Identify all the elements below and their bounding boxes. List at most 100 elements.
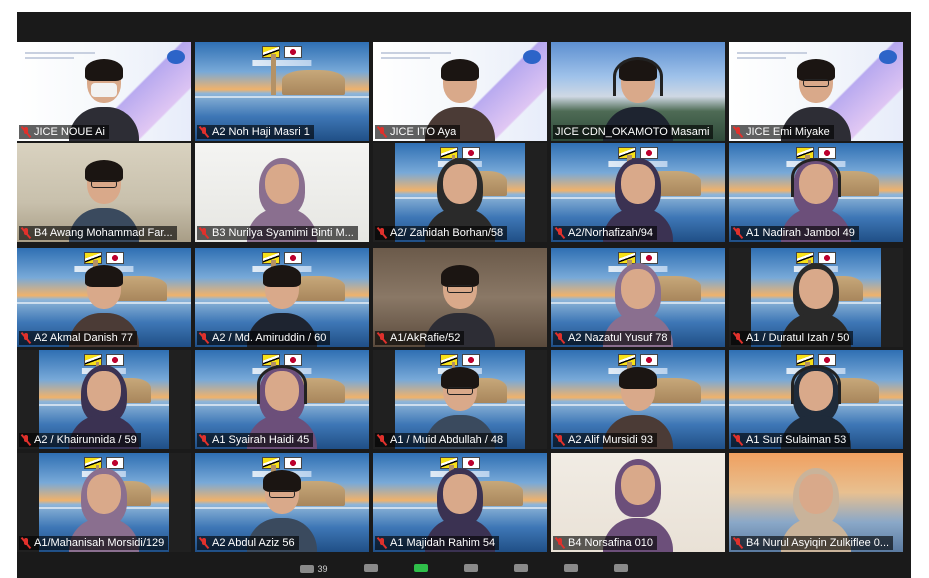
- participant-name: B4 Norsafina 010: [568, 537, 653, 549]
- mic-muted-icon: [21, 126, 31, 138]
- participant-tile[interactable]: A2 Akmal Danish 77: [17, 248, 191, 347]
- mic-muted-icon: [555, 332, 565, 344]
- participant-name-label: A2 Akmal Danish 77: [19, 331, 138, 345]
- face-mask: [91, 83, 117, 97]
- participant-tile[interactable]: A2 Nazatul Yusuf 78: [551, 248, 725, 347]
- participant-tile[interactable]: B4 Norsafina 010: [551, 453, 725, 552]
- participant-name: B3 Nurilya Syamimi Binti M...: [212, 227, 354, 239]
- participant-name: A2 Akmal Danish 77: [34, 332, 134, 344]
- participant-tile[interactable]: A1/AkRafie/52: [373, 248, 547, 347]
- participant-name-label: A1 Syairah Haidi 45: [197, 433, 314, 447]
- hair: [263, 470, 301, 492]
- participant-tile[interactable]: A2 / Khairunnida / 59: [17, 350, 191, 449]
- participant-tile[interactable]: A2 Noh Haji Masri 1: [195, 42, 369, 141]
- water-line: [195, 96, 369, 99]
- participant-tile[interactable]: JICE ITO Aya: [373, 42, 547, 141]
- glasses-icon: [91, 180, 117, 188]
- hair: [619, 367, 657, 389]
- participant-name-label: A1 / Muid Abdullah / 48: [375, 433, 508, 447]
- participant-tile[interactable]: JICE CDN_OKAMOTO Masami: [551, 42, 725, 141]
- participant-name-label: A1 Suri Sulaiman 53: [731, 433, 851, 447]
- participant-tile[interactable]: B4 Nurul Asyiqin Zulkiflee 0...: [729, 453, 903, 552]
- face: [621, 465, 655, 505]
- participant-tile[interactable]: A1 / Muid Abdullah / 48: [373, 350, 547, 449]
- mic-muted-icon: [733, 227, 743, 239]
- participant-tile[interactable]: A2 Alif Mursidi 93: [551, 350, 725, 449]
- participant-tile[interactable]: JICE NOUE Ai: [17, 42, 191, 141]
- participant-name-label: A2 / Md. Amiruddin / 60: [197, 331, 331, 345]
- participant-name: JICE CDN_OKAMOTO Masami: [555, 126, 710, 138]
- mic-muted-icon: [199, 126, 209, 138]
- participant-name-label: B4 Nurul Asyiqin Zulkiflee 0...: [731, 536, 894, 550]
- reactions-icon: [513, 564, 528, 572]
- participant-name: A2 Nazatul Yusuf 78: [568, 332, 668, 344]
- participant-name-label: B4 Awang Mohammad Far...: [19, 226, 177, 240]
- mic-muted-icon: [555, 537, 565, 549]
- organization-logo: [167, 50, 185, 64]
- share-screen-button[interactable]: [413, 564, 428, 572]
- participant-name-label: JICE CDN_OKAMOTO Masami: [553, 125, 714, 139]
- record-button[interactable]: [463, 564, 478, 572]
- hair: [441, 59, 479, 81]
- chat-button[interactable]: [363, 564, 378, 572]
- glasses-icon: [447, 285, 473, 293]
- mic-muted-icon: [733, 332, 743, 344]
- apps-icon: [563, 564, 578, 572]
- participant-tile[interactable]: A1 / Duratul Izah / 50: [729, 248, 903, 347]
- participant-name: A2 / Md. Amiruddin / 60: [212, 332, 327, 344]
- face: [799, 269, 833, 309]
- participant-name: A2 Noh Haji Masri 1: [212, 126, 310, 138]
- participant-tile[interactable]: JICE Emi Miyake: [729, 42, 903, 141]
- mic-muted-icon: [377, 227, 387, 239]
- participant-tile[interactable]: A1 Nadirah Jambol 49: [729, 143, 903, 242]
- mic-muted-icon: [377, 434, 387, 446]
- participant-tile[interactable]: A1 Suri Sulaiman 53: [729, 350, 903, 449]
- apps-button[interactable]: [563, 564, 578, 572]
- participant-tile[interactable]: A2/ Zahidah Borhan/58: [373, 143, 547, 242]
- face: [87, 371, 121, 411]
- mic-muted-icon: [555, 434, 565, 446]
- face: [265, 164, 299, 204]
- glasses-icon: [447, 387, 473, 395]
- participant-tile[interactable]: B4 Awang Mohammad Far...: [17, 143, 191, 242]
- participant-tile[interactable]: A2/Norhafizah/94: [551, 143, 725, 242]
- flags-banner: [262, 45, 302, 58]
- participant-name-label: A1 / Duratul Izah / 50: [731, 331, 854, 345]
- participant-name-label: B4 Norsafina 010: [553, 536, 657, 550]
- mic-muted-icon: [733, 537, 743, 549]
- participant-name-label: A2 Alif Mursidi 93: [553, 433, 657, 447]
- participant-tile[interactable]: A2 Abdul Aziz 56: [195, 453, 369, 552]
- participant-name-label: A1 Nadirah Jambol 49: [731, 226, 859, 240]
- mic-muted-icon: [199, 434, 209, 446]
- participant-tile[interactable]: A2 / Md. Amiruddin / 60: [195, 248, 369, 347]
- participant-name: A1 Majidah Rahim 54: [390, 537, 496, 549]
- video-stage: JICE NOUE Ai A2 Noh Haji Masri 1 JICE ITO …: [17, 12, 911, 578]
- headset-icon: [791, 158, 841, 197]
- virtual-background-banner: [252, 59, 312, 66]
- participant-tile[interactable]: A1 Majidah Rahim 54: [373, 453, 547, 552]
- participant-tile[interactable]: A1 Syairah Haidi 45: [195, 350, 369, 449]
- face: [443, 164, 477, 204]
- face: [799, 474, 833, 514]
- participant-name-label: JICE NOUE Ai: [19, 125, 109, 139]
- participant-name-label: A1/AkRafie/52: [375, 331, 465, 345]
- mic-muted-icon: [733, 434, 743, 446]
- more-button[interactable]: [613, 564, 628, 572]
- hair: [441, 265, 479, 287]
- reactions-button[interactable]: [513, 564, 528, 572]
- mic-muted-icon: [199, 332, 209, 344]
- participant-name-label: A2/Norhafizah/94: [553, 226, 657, 240]
- glasses-icon: [803, 79, 829, 87]
- mic-muted-icon: [199, 537, 209, 549]
- participant-name-label: JICE ITO Aya: [375, 125, 461, 139]
- chat-icon: [363, 564, 378, 572]
- participant-tile[interactable]: B3 Nurilya Syamimi Binti M...: [195, 143, 369, 242]
- mic-muted-icon: [199, 227, 209, 239]
- mic-muted-icon: [21, 434, 31, 446]
- participant-name: A1 / Duratul Izah / 50: [746, 332, 850, 344]
- mic-muted-icon: [733, 126, 743, 138]
- participants-button[interactable]: 39: [300, 564, 328, 574]
- participant-tile[interactable]: A1/Mahanisah Morsidi/129: [17, 453, 191, 552]
- participant-name-label: A2 Noh Haji Masri 1: [197, 125, 314, 139]
- participant-name: JICE ITO Aya: [390, 126, 457, 138]
